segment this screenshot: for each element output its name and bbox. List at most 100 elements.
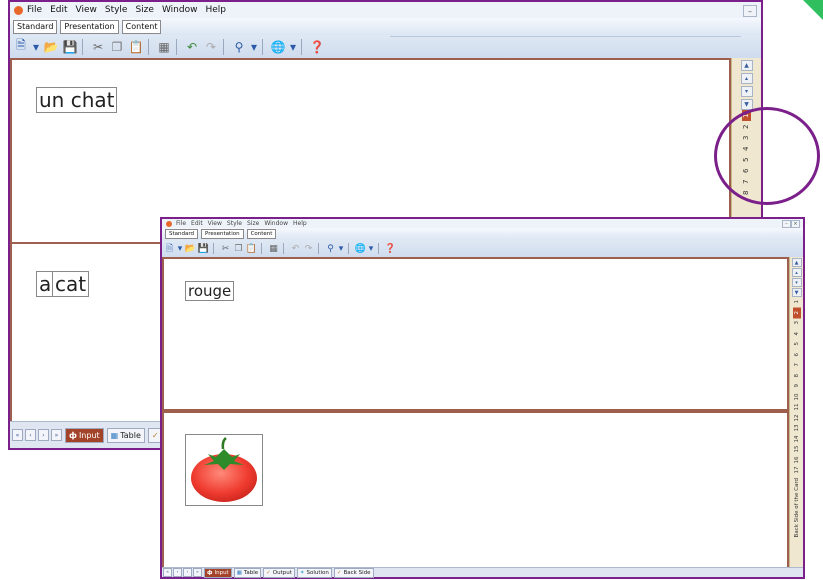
prev-card-icon[interactable]: ▴ (791, 268, 802, 277)
tab-standard[interactable]: Standard (13, 19, 58, 34)
tab-back-side[interactable]: ✓ Back Side (333, 567, 374, 578)
minimize-button[interactable]: – (782, 220, 791, 228)
back-word-noun[interactable]: cat (52, 271, 90, 297)
card-number-5[interactable]: 5 (793, 339, 801, 350)
copy-icon[interactable]: ❐ (233, 243, 244, 254)
card-number-11[interactable]: 11 (793, 402, 801, 413)
globe-icon[interactable]: 🌐 (355, 243, 366, 254)
card-number-15[interactable]: 15 (793, 444, 801, 455)
open-folder-icon[interactable]: 📂 (185, 243, 196, 254)
card-number-7[interactable]: 7 (793, 360, 801, 371)
dropdown-icon[interactable]: ▾ (177, 243, 183, 254)
tab-presentation[interactable]: Presentation (201, 229, 244, 239)
back-side-label[interactable]: Back Side of the Card (794, 478, 800, 537)
search-icon[interactable]: ⚲ (325, 243, 336, 254)
card-number-4[interactable]: 4 (742, 143, 751, 154)
dropdown-icon[interactable]: ▾ (289, 39, 297, 55)
help-icon[interactable]: ❓ (309, 39, 325, 55)
tab-solution[interactable]: ✶ Solution (296, 567, 332, 578)
cut-icon[interactable]: ✂ (90, 39, 106, 55)
open-folder-icon[interactable]: 📂 (43, 39, 59, 55)
last-page-icon[interactable]: » (193, 568, 202, 577)
undo-icon[interactable]: ↶ (290, 243, 301, 254)
tab-input[interactable]: ф Input (65, 427, 104, 443)
next-card-icon[interactable]: ▾ (740, 86, 753, 97)
menu-view[interactable]: View (208, 220, 222, 227)
tab-output[interactable]: ✓ Output (263, 567, 295, 578)
card-number-4[interactable]: 4 (793, 329, 801, 340)
close-button[interactable]: × (791, 220, 800, 228)
dropdown-icon[interactable]: ▾ (368, 243, 374, 254)
first-card-icon[interactable]: ▲ (791, 258, 802, 267)
paste-icon[interactable]: 📋 (128, 39, 144, 55)
menu-edit[interactable]: Edit (50, 5, 67, 15)
new-document-icon[interactable]: 🗎 (13, 38, 29, 55)
card-number-3[interactable]: 3 (793, 318, 801, 329)
tab-input[interactable]: ф Input (204, 567, 232, 578)
menu-file[interactable]: File (27, 5, 42, 15)
front-word[interactable]: rouge (185, 281, 235, 301)
prev-page-icon[interactable]: ‹ (173, 568, 182, 577)
menu-window[interactable]: Window (162, 5, 198, 15)
save-icon[interactable]: 💾 (62, 39, 78, 55)
menu-style[interactable]: Style (105, 5, 128, 15)
card-number-10[interactable]: 10 (793, 392, 801, 403)
card-number-13[interactable]: 13 (793, 423, 801, 434)
copy-icon[interactable]: ❐ (109, 39, 125, 55)
menu-help[interactable]: Help (293, 220, 307, 227)
redo-icon[interactable]: ↷ (303, 243, 314, 254)
next-page-icon[interactable]: › (183, 568, 192, 577)
paste-icon[interactable]: 📋 (246, 243, 257, 254)
next-page-icon[interactable]: › (38, 429, 49, 441)
first-page-icon[interactable]: « (163, 568, 172, 577)
tab-content[interactable]: Content (121, 19, 162, 34)
menu-file[interactable]: File (176, 220, 186, 227)
preview-icon[interactable]: ▦ (156, 39, 172, 55)
tab-presentation[interactable]: Presentation (60, 19, 119, 34)
first-page-icon[interactable]: « (12, 429, 23, 441)
card-back-pane[interactable] (162, 411, 789, 572)
tomato-image[interactable] (185, 434, 263, 506)
menu-view[interactable]: View (76, 5, 97, 15)
front-word[interactable]: un chat (36, 87, 118, 113)
card-number-12[interactable]: 12 (793, 413, 801, 424)
minimize-button[interactable]: – (743, 5, 757, 17)
card-front-pane[interactable]: rouge (162, 257, 789, 411)
search-icon[interactable]: ⚲ (231, 39, 247, 55)
tab-standard[interactable]: Standard (165, 229, 199, 239)
card-number-16[interactable]: 16 (793, 455, 801, 466)
card-number-14[interactable]: 14 (793, 434, 801, 445)
last-card-icon[interactable]: ▼ (740, 99, 753, 110)
card-number-1[interactable]: 1 (742, 110, 751, 121)
redo-icon[interactable]: ↷ (203, 39, 219, 55)
help-icon[interactable]: ❓ (385, 243, 396, 254)
menu-window[interactable]: Window (264, 220, 288, 227)
card-number-2[interactable]: 2 (742, 121, 751, 132)
card-number-6[interactable]: 6 (793, 350, 801, 361)
card-number-17[interactable]: 17 (793, 465, 801, 476)
menu-edit[interactable]: Edit (191, 220, 203, 227)
cut-icon[interactable]: ✂ (220, 243, 231, 254)
card-number-8[interactable]: 8 (742, 187, 751, 198)
new-document-icon[interactable]: 🗎 (164, 243, 175, 254)
prev-card-icon[interactable]: ▴ (740, 73, 753, 84)
last-card-icon[interactable]: ▼ (791, 288, 802, 297)
preview-icon[interactable]: ▦ (268, 243, 279, 254)
card-number-7[interactable]: 7 (742, 176, 751, 187)
last-page-icon[interactable]: » (51, 429, 62, 441)
card-number-6[interactable]: 6 (742, 165, 751, 176)
dropdown-icon[interactable]: ▾ (250, 39, 258, 55)
menu-size[interactable]: Size (247, 220, 259, 227)
dropdown-icon[interactable]: ▾ (338, 243, 344, 254)
card-number-5[interactable]: 5 (742, 154, 751, 165)
prev-page-icon[interactable]: ‹ (25, 429, 36, 441)
tab-content[interactable]: Content (246, 229, 277, 239)
tab-table[interactable]: ▦ Table (106, 427, 145, 443)
card-number-3[interactable]: 3 (742, 132, 751, 143)
save-icon[interactable]: 💾 (198, 243, 209, 254)
undo-icon[interactable]: ↶ (184, 39, 200, 55)
first-card-icon[interactable]: ▲ (740, 60, 753, 71)
card-number-1[interactable]: 1 (793, 297, 801, 308)
dropdown-icon[interactable]: ▾ (32, 39, 40, 55)
card-number-8[interactable]: 8 (793, 371, 801, 382)
